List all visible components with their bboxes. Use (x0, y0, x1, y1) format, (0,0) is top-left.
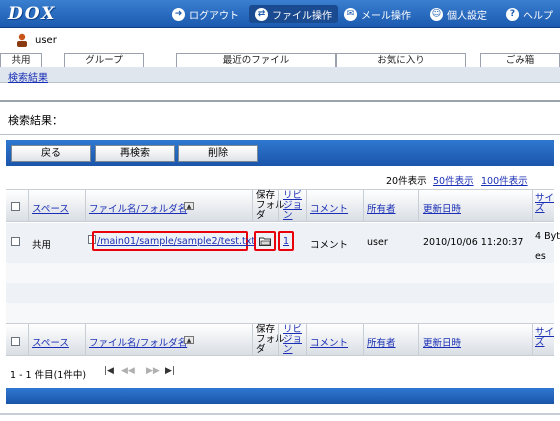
app-logo: DOX (8, 4, 57, 24)
tab-recent-files[interactable]: 最近のファイル (176, 53, 336, 67)
column-divider (85, 189, 86, 222)
result-range-info: 1 - 1 件目(1件中) (10, 370, 87, 381)
column-header-updated-bottom[interactable]: 更新日時 (423, 335, 461, 349)
sort-ascending-icon[interactable]: ▲ (184, 202, 194, 210)
next-page-icon: ▶▶ (146, 366, 160, 376)
back-button[interactable]: 戻る (11, 145, 91, 162)
row-updated: 2010/10/06 11:20:37 (423, 237, 524, 248)
nav-logout[interactable]: ➜ ログアウト (172, 5, 239, 23)
select-all-checkbox-bottom[interactable] (11, 337, 20, 346)
column-header-size-bottom[interactable]: サイ ズ (535, 328, 554, 348)
nav-help-label: ヘルプ (523, 10, 553, 22)
research-button[interactable]: 再検索 (95, 145, 175, 162)
column-divider (363, 189, 364, 222)
breadcrumb-search-results[interactable]: 検索結果 (8, 69, 48, 84)
mail-icon: ✉ (344, 7, 357, 21)
column-header-name-bottom[interactable]: ファイル名/フォルダ名 (89, 335, 187, 349)
row-select-checkbox[interactable] (11, 237, 20, 246)
nav-mail-operations-label: メール操作 (361, 10, 411, 22)
column-header-revision-line: ン (283, 344, 293, 355)
table-row-empty (6, 263, 554, 283)
page-title: 検索結果： (8, 114, 63, 127)
row-comment: コメント (310, 240, 349, 251)
row-space: 共用 (32, 240, 52, 251)
column-divider (85, 323, 86, 356)
nav-logout-label: ログアウト (189, 10, 239, 22)
column-header-owner[interactable]: 所有者 (367, 201, 396, 215)
column-divider (28, 323, 29, 356)
breadcrumb-bar (0, 67, 560, 83)
tab-group[interactable]: グループ (64, 53, 144, 67)
open-folder-icon[interactable] (259, 236, 271, 246)
column-header-folder: 保存 フォル ダ (256, 191, 285, 221)
column-divider (28, 189, 29, 222)
page-size-current: 20件表示 (386, 176, 427, 187)
previous-page-icon: ◀◀ (121, 366, 135, 376)
bottom-toolbar (6, 388, 554, 404)
column-header-name[interactable]: ファイル名/フォルダ名 (89, 201, 187, 215)
tab-trash[interactable]: ごみ箱 (480, 53, 560, 67)
column-header-space-bottom[interactable]: スペース (32, 335, 69, 349)
file-path-link[interactable]: /main01/sample/sample2/test.txt (97, 236, 255, 247)
column-header-folder-line: ダ (256, 344, 266, 355)
column-divider (532, 189, 533, 222)
tab-favorites[interactable]: お気に入り (336, 53, 466, 67)
sort-ascending-icon[interactable]: ▲ (184, 336, 194, 344)
user-avatar-icon (17, 33, 27, 47)
help-icon: ? (506, 7, 519, 21)
select-all-checkbox[interactable] (11, 202, 20, 211)
nav-personal-settings-label: 個人設定 (447, 10, 487, 22)
column-header-revision-bottom[interactable]: リビ ジョ ン (283, 325, 302, 355)
column-header-revision[interactable]: リビ ジョ ン (283, 191, 302, 221)
row-size-line: 4 Byt (535, 231, 560, 242)
column-header-comment-bottom[interactable]: コメント (310, 335, 348, 349)
column-divider (252, 189, 253, 222)
nav-help[interactable]: ? ヘルプ (506, 5, 553, 23)
user-info-row (0, 29, 560, 52)
column-header-folder-bottom: 保存 フォル ダ (256, 325, 285, 355)
nav-file-operations[interactable]: ⇄ ファイル操作 (249, 5, 338, 23)
column-divider (363, 323, 364, 356)
column-header-comment[interactable]: コメント (310, 201, 348, 215)
column-header-space[interactable]: スペース (32, 201, 69, 215)
delete-button[interactable]: 削除 (178, 145, 258, 162)
column-divider (306, 323, 307, 356)
user-settings-icon: ☺ (430, 7, 443, 21)
column-header-revision-line: ン (283, 210, 293, 221)
user-name: user (35, 35, 57, 46)
file-ops-icon: ⇄ (255, 7, 268, 21)
first-page-icon[interactable]: |◀ (104, 366, 114, 376)
nav-mail-operations[interactable]: ✉ メール操作 (344, 5, 411, 23)
column-header-size[interactable]: サイ ズ (535, 194, 554, 214)
section-divider-bottom (0, 134, 560, 135)
column-header-size-line: ズ (535, 337, 545, 348)
table-row-empty (6, 303, 554, 323)
section-divider-top (0, 100, 560, 102)
bottom-divider (0, 413, 560, 415)
row-owner: user (367, 237, 388, 248)
page-size-50-link[interactable]: 50件表示 (433, 173, 474, 187)
column-divider (306, 189, 307, 222)
column-header-folder-line: ダ (256, 210, 266, 221)
nav-personal-settings[interactable]: ☺ 個人設定 (430, 5, 487, 23)
column-divider (532, 323, 533, 356)
tab-shared[interactable]: 共用 (0, 53, 42, 67)
column-header-size-line: ズ (535, 203, 545, 214)
column-divider (278, 189, 279, 222)
revision-link[interactable]: 1 (283, 236, 289, 247)
table-row-empty (6, 283, 554, 303)
column-header-updated[interactable]: 更新日時 (423, 201, 461, 215)
nav-file-operations-label: ファイル操作 (272, 10, 332, 22)
logout-icon: ➜ (172, 7, 185, 21)
column-divider (418, 323, 419, 356)
column-divider (418, 189, 419, 222)
page-size-100-link[interactable]: 100件表示 (481, 173, 528, 187)
row-size: 4 Byt es (535, 227, 560, 267)
column-divider (252, 323, 253, 356)
last-page-icon[interactable]: ▶| (165, 366, 175, 376)
column-divider (278, 323, 279, 356)
column-header-owner-bottom[interactable]: 所有者 (367, 335, 396, 349)
